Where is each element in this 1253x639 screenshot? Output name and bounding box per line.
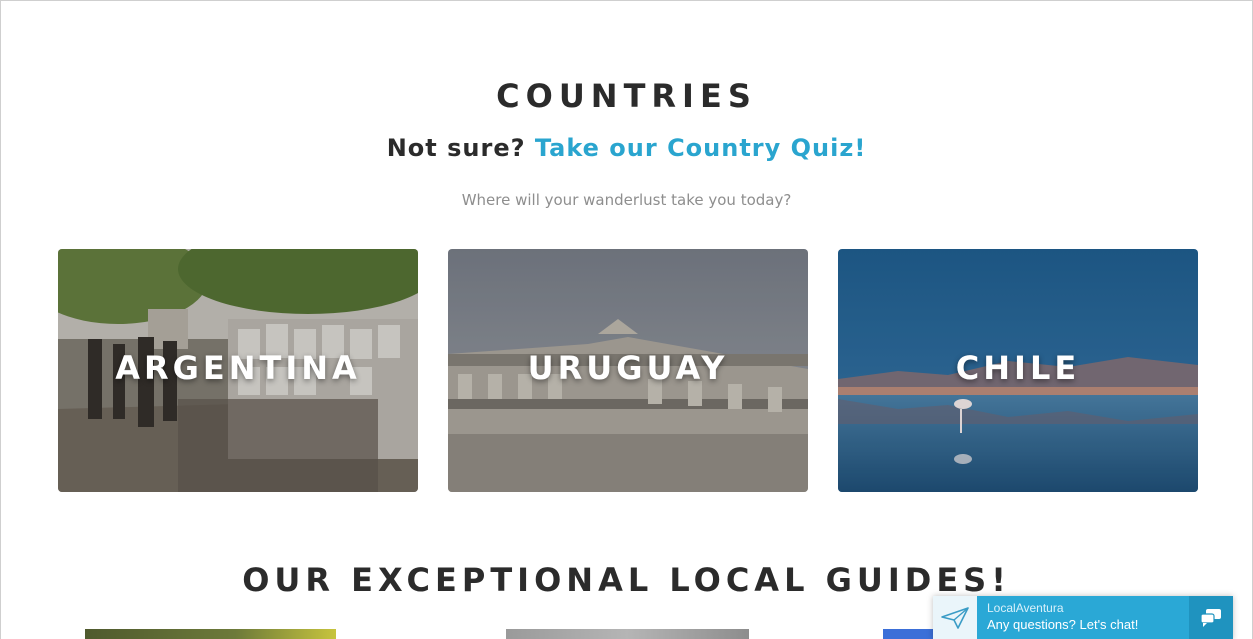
guides-title: OUR EXCEPTIONAL LOCAL GUIDES! bbox=[242, 561, 1011, 599]
paper-plane-icon bbox=[933, 596, 977, 639]
chat-brand: LocalAventura bbox=[987, 601, 1064, 615]
chat-widget[interactable]: LocalAventura Any questions? Let's chat! bbox=[933, 596, 1233, 639]
countries-tagline: Where will your wanderlust take you toda… bbox=[461, 191, 792, 209]
chat-text[interactable]: LocalAventura Any questions? Let's chat! bbox=[977, 596, 1189, 639]
countries-title: COUNTRIES bbox=[496, 77, 757, 115]
quiz-prefix: Not sure? bbox=[386, 134, 526, 162]
chat-bubbles-icon[interactable] bbox=[1189, 596, 1233, 639]
card-label-argentina: ARGENTINA bbox=[115, 349, 361, 387]
country-card-argentina[interactable]: ARGENTINA bbox=[58, 249, 418, 492]
guide-thumbnail[interactable] bbox=[85, 629, 336, 639]
card-label-chile: CHILE bbox=[955, 349, 1081, 387]
country-quiz-link[interactable]: Take our Country Quiz! bbox=[535, 134, 866, 162]
quiz-line: Not sure? Take our Country Quiz! bbox=[1, 134, 1252, 162]
country-card-uruguay[interactable]: URUGUAY bbox=[448, 249, 808, 492]
guide-thumbnail[interactable] bbox=[506, 629, 749, 639]
chat-message: Any questions? Let's chat! bbox=[987, 617, 1139, 632]
card-label-uruguay: URUGUAY bbox=[527, 349, 729, 387]
country-card-chile[interactable]: CHILE bbox=[838, 249, 1198, 492]
